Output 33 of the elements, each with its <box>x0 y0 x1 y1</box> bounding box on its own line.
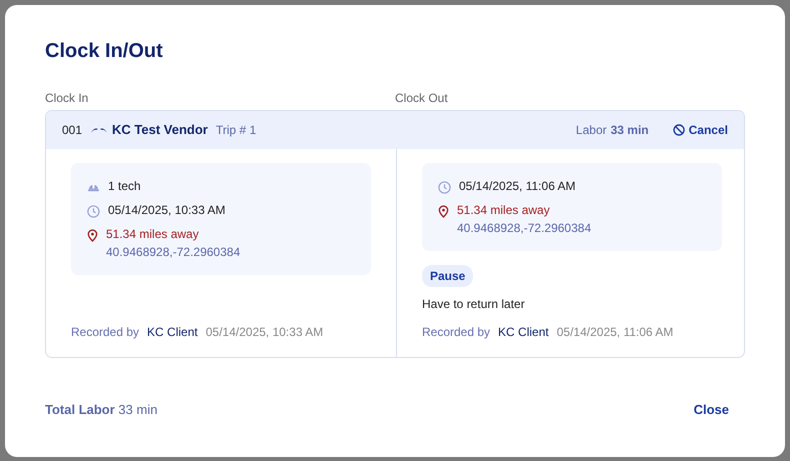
cancel-icon <box>672 124 685 136</box>
labor-label: Labor <box>576 122 607 139</box>
recorded-by-label: Recorded by <box>422 324 490 341</box>
distance-text: 51.34 miles away <box>457 202 551 219</box>
labor-value: 33 min <box>610 122 649 139</box>
entry-number: 001 <box>62 122 82 139</box>
cancel-button[interactable]: Cancel <box>672 121 728 139</box>
tech-count: 1 tech <box>108 179 141 193</box>
vendor-name: KC Test Vendor <box>112 121 208 140</box>
location-pin-icon <box>87 229 98 242</box>
total-labor: Total Labor 33 min <box>45 401 158 419</box>
clock-icon <box>87 205 100 218</box>
dialog-title: Clock In/Out <box>45 39 164 63</box>
coordinates-text: 40.9468928,-72.2960384 <box>457 220 592 237</box>
recorder-name: KC Client <box>147 324 198 341</box>
helmet-icon <box>87 181 100 194</box>
clock-icon <box>438 181 451 194</box>
recorded-time: 05/14/2025, 11:06 AM <box>556 324 674 341</box>
location-pin-icon <box>438 205 449 218</box>
timestamp: 05/14/2025, 11:06 AM <box>459 179 576 193</box>
recorded-time: 05/14/2025, 10:33 AM <box>206 324 324 341</box>
recorder-name: KC Client <box>498 324 549 341</box>
timestamp: 05/14/2025, 10:33 AM <box>108 203 226 217</box>
status-tag: Pause <box>422 265 474 287</box>
column-label: Clock Out <box>395 90 448 107</box>
recorded-by-label: Recorded by <box>71 324 140 341</box>
coordinates-text: 40.9468928,-72.2960384 <box>106 244 240 261</box>
note-text: Have to return later <box>422 296 526 313</box>
trip-number: Trip # 1 <box>216 122 256 139</box>
swoosh-icon <box>90 126 108 134</box>
column-label: Clock In <box>45 90 90 107</box>
close-button[interactable]: Close <box>694 400 729 420</box>
distance-text: 51.34 miles away <box>106 226 200 243</box>
